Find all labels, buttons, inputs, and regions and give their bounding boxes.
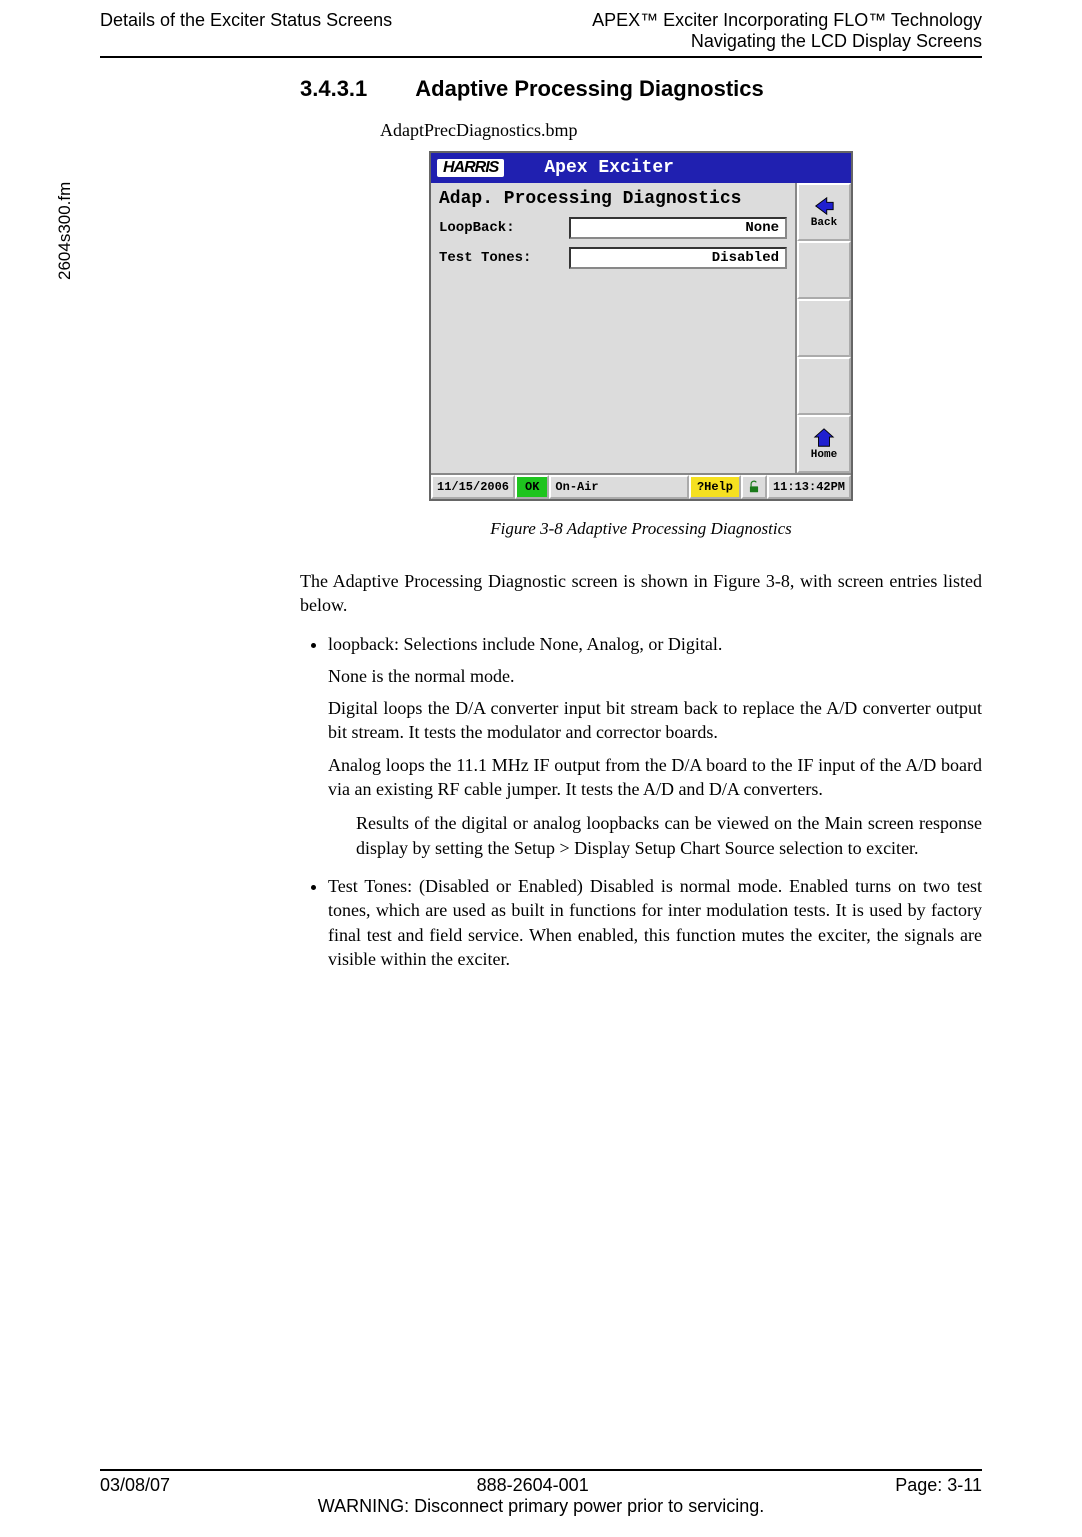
loopback-results-note: Results of the digital or analog loopbac… [356, 811, 982, 860]
bullet-loopback-lead: loopback: Selections include None, Analo… [328, 634, 722, 654]
section-title: Adaptive Processing Diagnostics [415, 76, 763, 101]
lcd-row-testtones: Test Tones: Disabled [439, 247, 787, 269]
bullet-list: loopback: Selections include None, Analo… [300, 632, 982, 972]
harris-logo: HARRIS [437, 159, 504, 177]
bullet-testtones-text: Test Tones: (Disabled or Enabled) Disabl… [328, 876, 982, 969]
header-right-1: APEX™ Exciter Incorporating FLO™ Technol… [592, 10, 982, 31]
lcd-screenshot: HARRIS Apex Exciter Adap. Processing Dia… [429, 151, 853, 501]
testtones-value[interactable]: Disabled [569, 247, 787, 269]
status-time: 11:13:42PM [767, 475, 851, 499]
side-empty-1 [797, 241, 851, 299]
home-icon [811, 427, 837, 449]
section-number: 3.4.3.1 [300, 76, 410, 102]
lcd-row-loopback: LoopBack: None [439, 217, 787, 239]
back-arrow-icon [811, 195, 837, 217]
footer-date: 03/08/07 [100, 1475, 170, 1496]
lcd-main-panel: Adap. Processing Diagnostics LoopBack: N… [431, 183, 797, 473]
footer-page: Page: 3-11 [895, 1475, 982, 1496]
testtones-label: Test Tones: [439, 250, 569, 266]
bullet-testtones: Test Tones: (Disabled or Enabled) Disabl… [328, 874, 982, 971]
page-footer: 03/08/07 888-2604-001 Page: 3-11 WARNING… [100, 1469, 982, 1517]
figure-caption: Figure 3-8 Adaptive Processing Diagnosti… [300, 519, 982, 539]
side-empty-2 [797, 299, 851, 357]
back-label: Back [811, 217, 837, 229]
intro-paragraph: The Adaptive Processing Diagnostic scree… [300, 569, 982, 618]
section-heading: 3.4.3.1 Adaptive Processing Diagnostics [300, 76, 982, 102]
loopback-label: LoopBack: [439, 220, 569, 236]
back-button[interactable]: Back [797, 183, 851, 241]
lcd-main-title: Adap. Processing Diagnostics [439, 189, 787, 209]
loopback-analog: Analog loops the 11.1 MHz IF output from… [328, 753, 982, 802]
status-onair: On-Air [549, 475, 689, 499]
bmp-filename: AdaptPrecDiagnostics.bmp [380, 120, 982, 141]
loopback-digital: Digital loops the D/A converter input bi… [328, 696, 982, 745]
header-left: Details of the Exciter Status Screens [100, 10, 392, 52]
lcd-titlebar: HARRIS Apex Exciter [431, 153, 851, 183]
lcd-status-bar: 11/15/2006 OK On-Air ?Help 11:13:42PM [431, 473, 851, 499]
lcd-window-title: Apex Exciter [544, 158, 674, 178]
bullet-loopback: loopback: Selections include None, Analo… [328, 632, 982, 860]
footer-docnum: 888-2604-001 [477, 1475, 589, 1496]
home-label: Home [811, 449, 837, 461]
footer-rule [100, 1469, 982, 1471]
unlock-icon [747, 480, 761, 494]
home-button[interactable]: Home [797, 415, 851, 473]
status-ok: OK [515, 475, 549, 499]
status-lock [741, 475, 767, 499]
side-filename: 2604s300.fm [55, 182, 75, 280]
status-help[interactable]: ?Help [689, 475, 741, 499]
status-date: 11/15/2006 [431, 475, 515, 499]
lcd-side-buttons: Back Home [797, 183, 851, 473]
loopback-none: None is the normal mode. [328, 664, 982, 688]
footer-warning: WARNING: Disconnect primary power prior … [100, 1496, 982, 1517]
loopback-value[interactable]: None [569, 217, 787, 239]
side-empty-3 [797, 357, 851, 415]
header-rule [100, 56, 982, 58]
header-right-2: Navigating the LCD Display Screens [592, 31, 982, 52]
